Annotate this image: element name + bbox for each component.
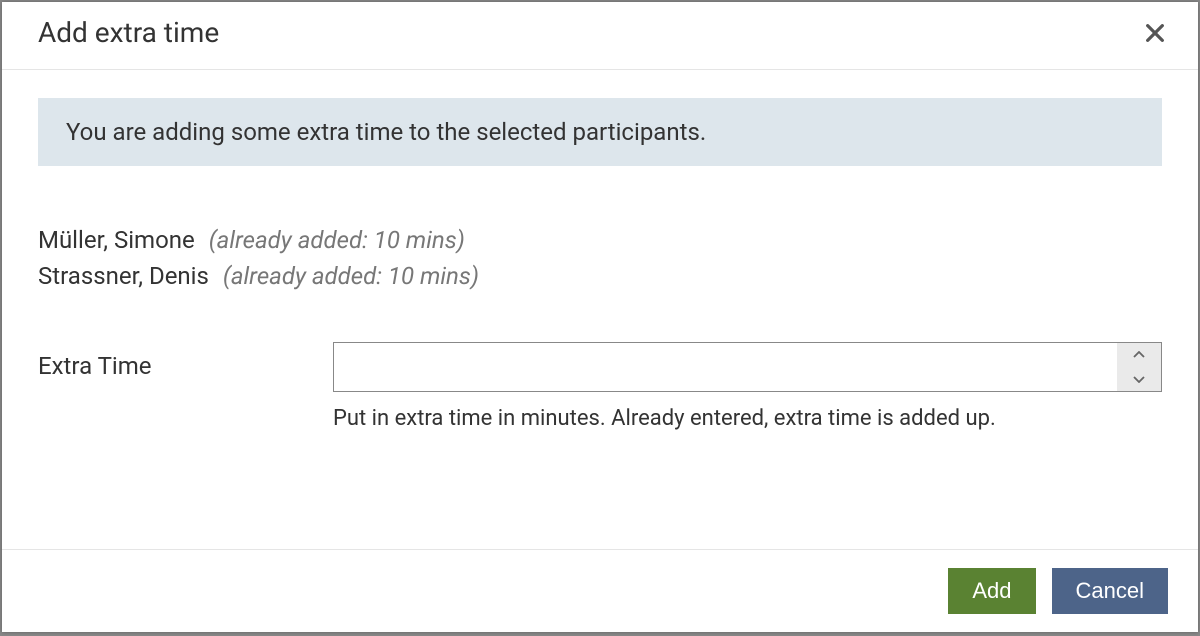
modal-body: You are adding some extra time to the se… [2, 70, 1198, 549]
extra-time-input[interactable] [333, 342, 1162, 392]
extra-time-help-text: Put in extra time in minutes. Already en… [333, 406, 1162, 431]
modal-header: Add extra time [2, 2, 1198, 70]
cancel-button[interactable]: Cancel [1052, 568, 1168, 614]
spinner-up-button[interactable] [1117, 343, 1161, 367]
participant-note: (already added: 10 mins) [209, 226, 465, 254]
participant-list: Müller, Simone (already added: 10 mins) … [38, 222, 1162, 294]
participant-name: Strassner, Denis [38, 262, 209, 290]
extra-time-label: Extra Time [38, 342, 313, 380]
add-button[interactable]: Add [948, 568, 1035, 614]
participant-row: Strassner, Denis (already added: 10 mins… [38, 258, 1162, 294]
modal-title: Add extra time [38, 16, 219, 49]
close-icon[interactable] [1144, 22, 1166, 44]
spinner-buttons [1117, 343, 1161, 391]
participant-name: Müller, Simone [38, 226, 195, 254]
chevron-down-icon [1133, 375, 1145, 383]
info-banner: You are adding some extra time to the se… [38, 98, 1162, 166]
add-extra-time-modal: Add extra time You are adding some extra… [2, 2, 1198, 632]
participant-row: Müller, Simone (already added: 10 mins) [38, 222, 1162, 258]
extra-time-field-container: Put in extra time in minutes. Already en… [333, 342, 1162, 431]
chevron-up-icon [1133, 351, 1145, 359]
spinner-down-button[interactable] [1117, 367, 1161, 391]
number-input-wrapper [333, 342, 1162, 392]
participant-note: (already added: 10 mins) [223, 262, 479, 290]
modal-footer: Add Cancel [2, 549, 1198, 632]
extra-time-form-row: Extra Time [38, 342, 1162, 431]
